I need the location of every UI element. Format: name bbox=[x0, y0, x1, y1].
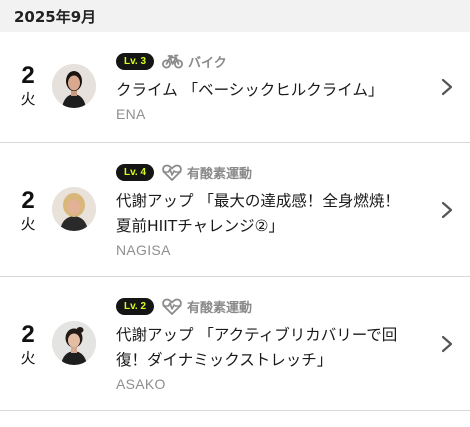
instructor-name: ASAKO bbox=[116, 376, 166, 392]
chevron-right-icon bbox=[441, 335, 453, 353]
lesson-content: Lv. 4 有酸素運動 代謝アップ 「最大の達成感！全身燃焼！ 夏前HIITチャ… bbox=[116, 162, 430, 258]
category-label: バイク bbox=[188, 55, 227, 71]
lesson-meta: Lv. 4 有酸素運動 bbox=[116, 162, 430, 182]
chevron-right-icon bbox=[441, 201, 453, 219]
lesson-day: 2 bbox=[21, 321, 35, 348]
lesson-title-line: 代謝アップ 「最大の達成感！全身燃焼！ bbox=[116, 192, 400, 210]
lesson-title-line: 復！ダイナミックストレッチ」 bbox=[116, 351, 333, 369]
lesson-weekday: 火 bbox=[20, 215, 36, 233]
lesson-row[interactable]: 2 火 Lv. 3 バイク クライム 「ベーシックヒルクライム」 ENA bbox=[0, 32, 470, 143]
category-label: 有酸素運動 bbox=[187, 166, 253, 182]
level-badge: Lv. 3 bbox=[116, 52, 155, 70]
level-badge: Lv. 2 bbox=[116, 297, 155, 315]
instructor-name: ENA bbox=[116, 106, 146, 122]
lesson-date: 2 火 bbox=[14, 188, 42, 234]
instructor-avatar bbox=[52, 321, 96, 365]
lesson-title: 代謝アップ 「最大の達成感！全身燃焼！ 夏前HIITチャレンジ②」 bbox=[116, 189, 430, 239]
lesson-meta: Lv. 2 有酸素運動 bbox=[116, 296, 430, 316]
lesson-row[interactable]: 2 火 Lv. 2 有酸素運動 代謝アップ 「アクティブリカバリーで回 復！ダイ… bbox=[0, 277, 470, 411]
instructor-name: NAGISA bbox=[116, 242, 171, 258]
lesson-day: 2 bbox=[21, 62, 35, 89]
instructor-avatar bbox=[52, 187, 96, 231]
heart-pulse-icon bbox=[162, 298, 182, 315]
lesson-list: 2 火 Lv. 3 バイク クライム 「ベーシックヒルクライム」 ENA 2 火… bbox=[0, 32, 470, 411]
lesson-date: 2 火 bbox=[14, 63, 42, 109]
category-label: 有酸素運動 bbox=[187, 300, 253, 316]
lesson-title-line: 夏前HIITチャレンジ②」 bbox=[116, 217, 285, 235]
lesson-content: Lv. 3 バイク クライム 「ベーシックヒルクライム」 ENA bbox=[116, 51, 430, 122]
lesson-meta: Lv. 3 バイク bbox=[116, 51, 430, 71]
lesson-title-line: 代謝アップ 「アクティブリカバリーで回 bbox=[116, 326, 398, 344]
lesson-title: 代謝アップ 「アクティブリカバリーで回 復！ダイナミックストレッチ」 bbox=[116, 323, 430, 373]
lesson-weekday: 火 bbox=[20, 349, 36, 367]
lesson-row[interactable]: 2 火 Lv. 4 有酸素運動 代謝アップ 「最大の達成感！全身燃焼！ 夏前HI… bbox=[0, 143, 470, 277]
month-header: 2025年9月 bbox=[0, 0, 470, 32]
level-badge: Lv. 4 bbox=[116, 163, 155, 181]
lesson-title-line: クライム 「ベーシックヒルクライム」 bbox=[116, 81, 384, 99]
lesson-content: Lv. 2 有酸素運動 代謝アップ 「アクティブリカバリーで回 復！ダイナミック… bbox=[116, 296, 430, 392]
lesson-weekday: 火 bbox=[20, 90, 36, 108]
bike-icon bbox=[162, 54, 184, 69]
chevron-right-icon bbox=[441, 78, 453, 96]
heart-pulse-icon bbox=[162, 164, 182, 181]
lesson-title: クライム 「ベーシックヒルクライム」 bbox=[116, 78, 430, 103]
instructor-avatar bbox=[52, 64, 96, 108]
lesson-day: 2 bbox=[21, 187, 35, 214]
lesson-date: 2 火 bbox=[14, 322, 42, 368]
